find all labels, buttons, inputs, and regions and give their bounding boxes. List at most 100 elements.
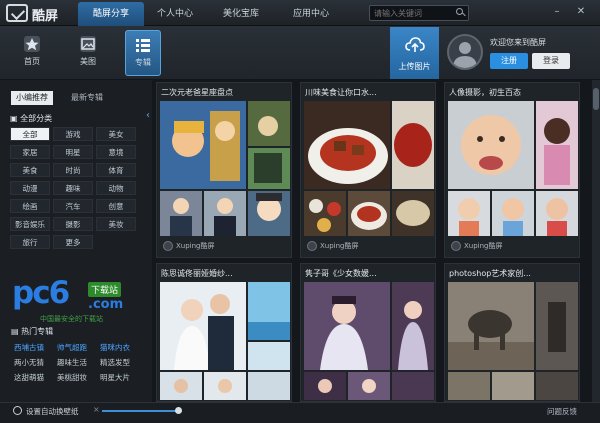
category-item[interactable]: 摄影 <box>53 217 93 231</box>
toolbar-album-label: 专辑 <box>135 58 151 67</box>
tab-kuping-share[interactable]: 酷屏分享 <box>78 2 144 26</box>
user-silhouette-icon <box>453 42 477 68</box>
scrollbar[interactable] <box>592 80 600 402</box>
category-item[interactable]: 意境 <box>96 145 136 159</box>
app-title: 酷屏 <box>32 9 59 24</box>
tab-beautify-library[interactable]: 美化宝库 <box>208 2 274 26</box>
hot-album-item[interactable]: 趣味生活 <box>57 356 87 369</box>
album-card[interactable]: 人像摄影，初生百态 Xuping酷屏 <box>444 82 580 258</box>
category-item[interactable]: 动物 <box>96 181 136 195</box>
category-item[interactable]: 全部 <box>10 127 50 141</box>
album-author: Xuping酷屏 <box>451 241 503 251</box>
grid-list-icon <box>135 37 151 53</box>
album-author-name: Xuping酷屏 <box>176 242 215 250</box>
category-item[interactable]: 动漫 <box>10 181 50 195</box>
auto-wallpaper-toggle[interactable] <box>13 406 22 415</box>
upload-image-label: 上传图片 <box>398 62 431 71</box>
watermark-badge: 下载站 <box>88 282 122 297</box>
hot-album-item[interactable]: 精选发型 <box>100 356 130 369</box>
category-item[interactable]: 体育 <box>96 163 136 177</box>
album-card[interactable]: 陈思诚佟丽娅婚纱... <box>156 263 292 402</box>
category-item[interactable]: 明星 <box>53 145 93 159</box>
category-item[interactable]: 游戏 <box>53 127 93 141</box>
interval-slider-handle[interactable] <box>175 407 182 414</box>
category-item[interactable]: 美食 <box>10 163 50 177</box>
interval-slider-fill <box>102 410 178 412</box>
category-item[interactable]: 趣味 <box>53 181 93 195</box>
scrollbar-thumb[interactable] <box>593 88 599 110</box>
album-card[interactable]: 二次元老爸星座盘点 Xuping酷屏 <box>156 82 292 258</box>
subtab-editor-picks[interactable]: 小编推荐 <box>11 91 53 105</box>
toolbar-gallery-button[interactable]: 美图 <box>70 30 106 76</box>
album-title: photoshop艺术家创... <box>449 269 531 278</box>
category-item[interactable]: 美女 <box>96 127 136 141</box>
album-thumbnails <box>448 282 578 400</box>
hot-album-item[interactable]: 美桃甜妆 <box>57 371 87 384</box>
search-icon[interactable] <box>456 8 463 15</box>
album-thumbnails <box>160 282 290 400</box>
hot-album-item[interactable]: 帅气超跑 <box>57 341 87 354</box>
album-title: 川味美食让你口水... <box>305 88 377 97</box>
album-thumbnails <box>448 101 578 236</box>
app-logo-icon <box>6 4 28 22</box>
hot-album-item[interactable]: 明星大片 <box>100 371 130 384</box>
toolbar-home-label: 首页 <box>24 57 40 66</box>
watermark-tagline: 中国最安全的下载站 <box>40 315 103 323</box>
category-item[interactable]: 影音娱乐 <box>10 217 50 231</box>
hot-album-item[interactable]: 两小无猜 <box>14 356 44 369</box>
subtab-latest-albums[interactable]: 最新专辑 <box>66 91 108 105</box>
album-card[interactable]: photoshop艺术家创... <box>444 263 580 402</box>
category-item[interactable]: 美妆 <box>96 217 136 231</box>
avatar[interactable] <box>447 34 483 70</box>
author-avatar <box>307 241 317 251</box>
hot-album-icon: ▤ <box>11 327 22 336</box>
category-item[interactable]: 绘画 <box>10 199 50 213</box>
album-author: Xuping酷屏 <box>163 241 215 251</box>
album-card[interactable]: 川味美食让你口水... Xuping酷屏 <box>300 82 436 258</box>
image-icon <box>80 36 96 52</box>
toolbar-home-button[interactable]: 首页 <box>14 30 50 76</box>
feedback-link[interactable]: 问题反馈 <box>547 406 577 417</box>
category-item[interactable]: 家居 <box>10 145 50 159</box>
all-categories-heading: ▣ 全部分类 <box>10 113 52 124</box>
tab-personal-center[interactable]: 个人中心 <box>142 2 208 26</box>
hot-album-item[interactable]: 这甜萌猫 <box>14 371 44 384</box>
album-author-name: Xuping酷屏 <box>320 242 359 250</box>
auto-wallpaper-label: 设置自动换壁纸 <box>26 407 79 416</box>
close-button[interactable]: ✕ <box>574 5 588 19</box>
album-thumbnails <box>304 101 434 236</box>
toolbar-gallery-label: 美图 <box>80 57 96 66</box>
album-title: 二次元老爸星座盘点 <box>161 88 233 97</box>
register-button[interactable]: 注册 <box>490 53 528 69</box>
cloud-upload-icon <box>404 35 425 55</box>
slider-close-icon[interactable]: × <box>93 405 100 414</box>
category-item[interactable]: 更多 <box>53 235 93 249</box>
tab-app-center[interactable]: 应用中心 <box>278 2 344 26</box>
login-button[interactable]: 登录 <box>532 53 570 69</box>
toolbar-album-button[interactable]: 专辑 <box>125 30 161 76</box>
category-grid-icon: ▣ <box>10 114 21 123</box>
album-title: 人像摄影，初生百态 <box>449 88 521 97</box>
hot-album-item[interactable]: 西埔古镇 <box>14 341 44 354</box>
watermark-logo: pc6 <box>12 275 70 311</box>
star-icon <box>24 36 40 52</box>
author-avatar <box>451 241 461 251</box>
welcome-text: 欢迎您来到酷屏 <box>490 38 546 47</box>
minimize-button[interactable]: – <box>550 5 564 19</box>
bottom-bar <box>0 402 600 423</box>
watermark-domain: .com <box>88 297 124 312</box>
author-avatar <box>163 241 173 251</box>
album-title: 陈思诚佟丽娅婚纱... <box>161 269 233 278</box>
hot-album-item[interactable]: 猫咪内衣 <box>100 341 130 354</box>
category-item[interactable]: 时尚 <box>53 163 93 177</box>
category-item[interactable]: 汽车 <box>53 199 93 213</box>
category-item[interactable]: 创意 <box>96 199 136 213</box>
upload-image-button[interactable]: 上传图片 <box>390 27 439 79</box>
album-card[interactable]: 隽子哥《少女数媛... <box>300 263 436 402</box>
all-categories-title: 全部分类 <box>20 114 53 123</box>
album-author-name: Xuping酷屏 <box>464 242 503 250</box>
category-item[interactable]: 旅行 <box>10 235 50 249</box>
album-author: Xuping酷屏 <box>307 241 359 251</box>
album-thumbnails <box>160 101 290 236</box>
search-input[interactable] <box>369 5 469 21</box>
